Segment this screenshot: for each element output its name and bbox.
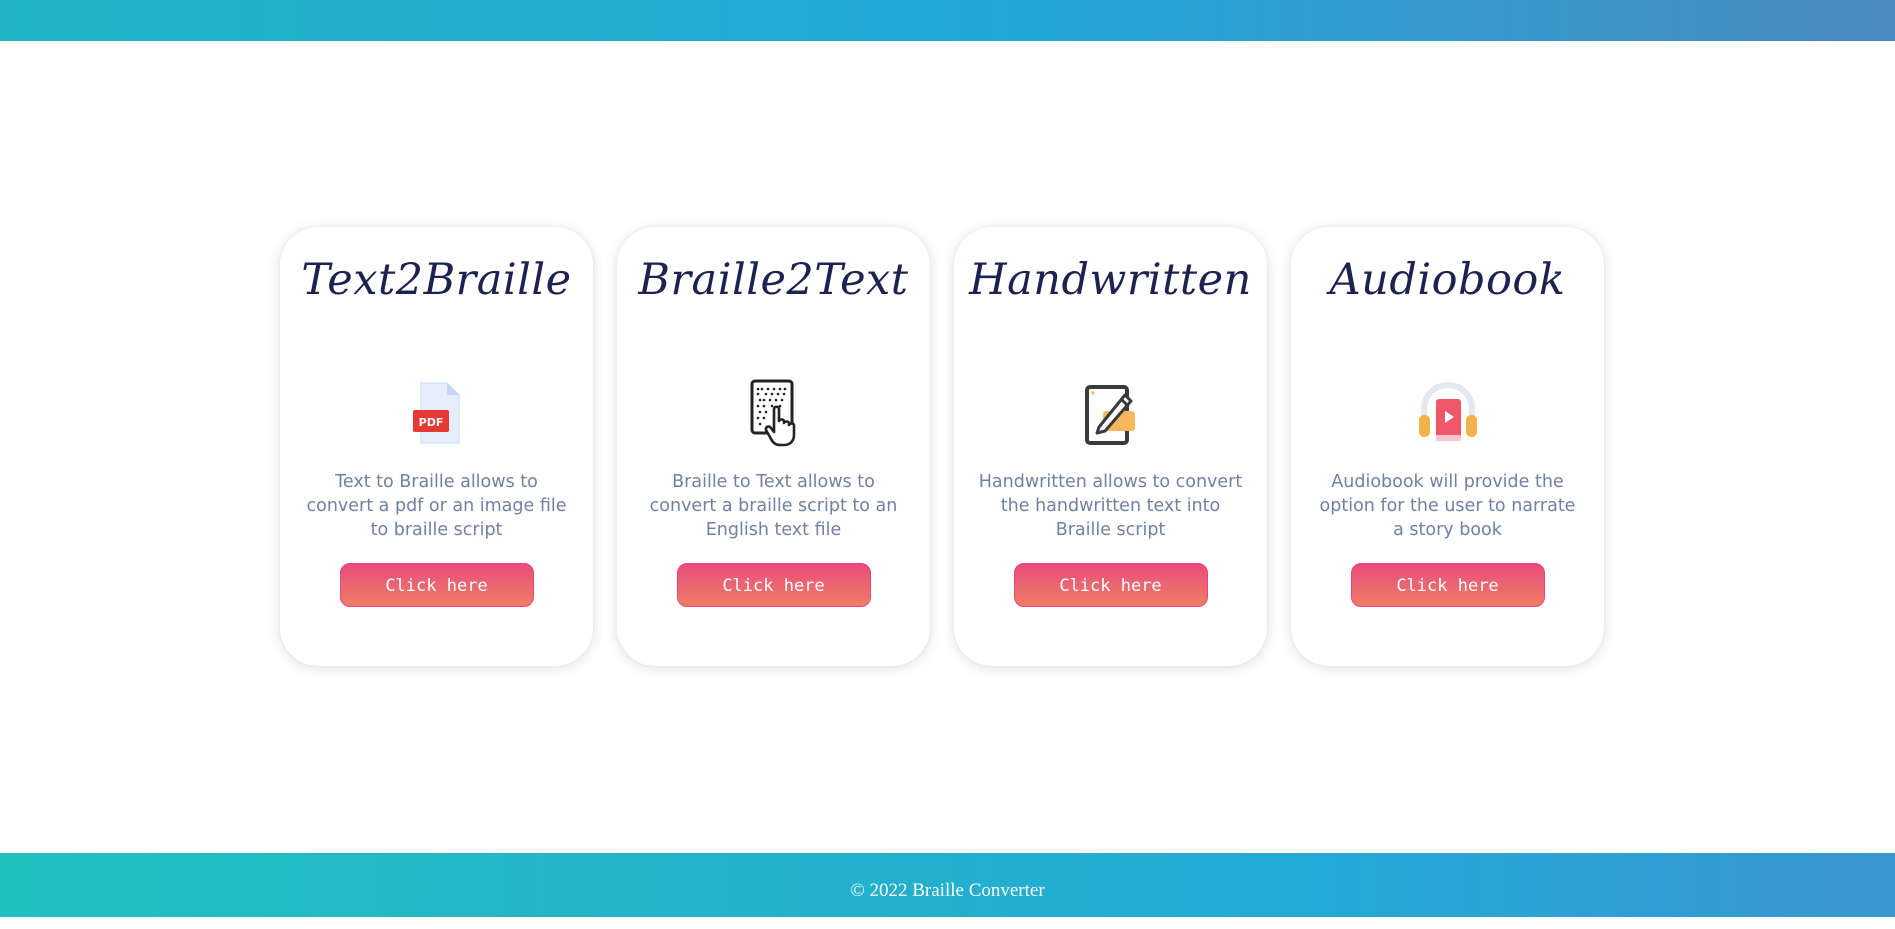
card-description: Braille to Text allows to convert a brai… [649,472,898,540]
svg-text:PDF: PDF [418,416,443,429]
braille-touch-icon [738,377,810,449]
card-description: Text to Braille allows to convert a pdf … [306,472,567,540]
top-header-bar [0,0,1895,41]
card-title: Text2Braille [301,255,572,305]
handwriting-pen-icon [1075,377,1147,449]
card-description: Handwritten allows to convert the handwr… [978,472,1243,540]
footer-copyright: © 2022 Braille Converter [850,880,1045,901]
feature-cards: Text2Braille PDF Text to Braille allows … [280,227,1604,666]
card-text2braille: Text2Braille PDF Text to Braille allows … [280,227,593,666]
card-handwritten: Handwritten Handwritten allows to conver… [954,227,1267,666]
audiobook-headphones-icon [1412,377,1484,449]
card-title: Braille2Text [638,255,909,305]
audiobook-click-button[interactable]: Click here [1350,563,1545,607]
card-title: Audiobook [1329,255,1566,305]
card-title: Handwritten [969,255,1252,305]
braille2text-click-button[interactable]: Click here [676,563,871,607]
pdf-file-icon: PDF [401,377,473,449]
footer: © 2022 Braille Converter [0,853,1895,917]
card-audiobook: Audiobook Audiobook will provide the opt… [1291,227,1604,666]
handwritten-click-button[interactable]: Click here [1013,563,1208,607]
card-description: Audiobook will provide the option for th… [1319,472,1576,540]
card-braille2text: Braille2Text Braille to Text allows to c… [617,227,930,666]
text2braille-click-button[interactable]: Click here [339,563,534,607]
